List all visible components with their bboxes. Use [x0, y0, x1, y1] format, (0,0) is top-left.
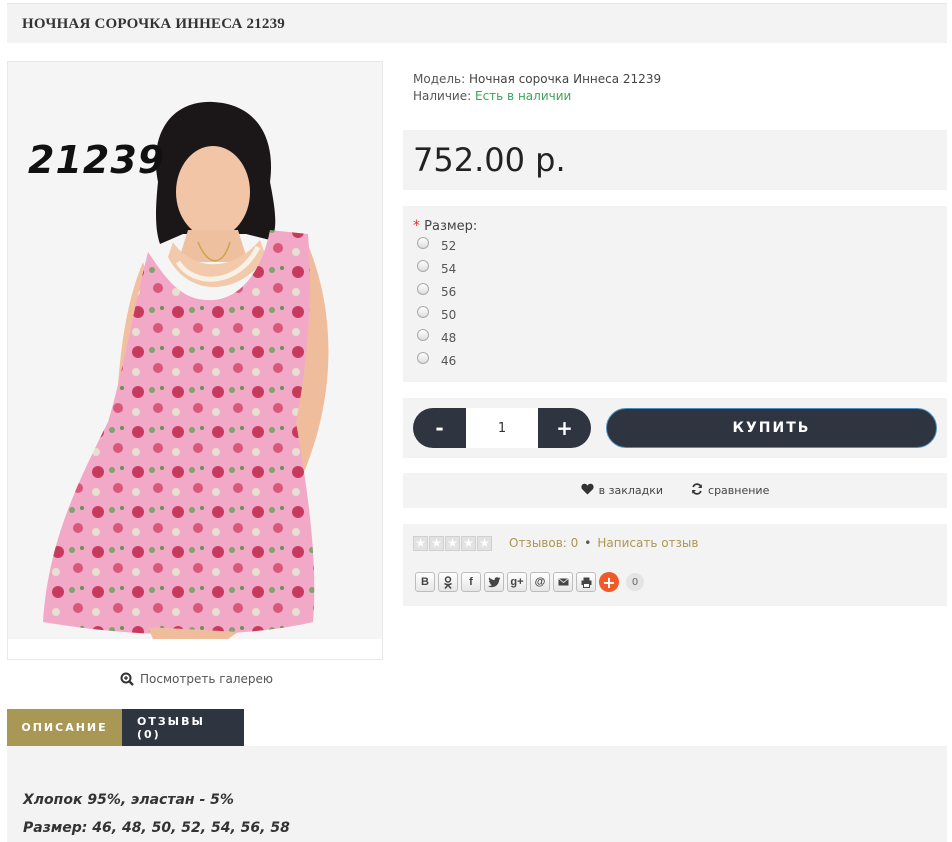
more-share-button[interactable]: +: [599, 572, 619, 592]
size-option-label: 46: [441, 353, 457, 368]
radio-button[interactable]: [417, 236, 429, 249]
tab-reviews[interactable]: ОТЗЫВЫ (0): [122, 709, 244, 746]
twitter-share-button[interactable]: [484, 572, 504, 592]
quantity-input[interactable]: 1: [466, 408, 538, 448]
size-option-48[interactable]: 48: [413, 326, 937, 349]
page-title: НОЧНАЯ СОРОЧКА ИННЕСА 21239: [22, 16, 285, 32]
compare-label: сравнение: [708, 484, 770, 497]
size-option-46[interactable]: 46: [413, 349, 937, 372]
rating-stars: ★ ★ ★ ★ ★: [413, 536, 492, 551]
stock-row: Наличие: Есть в наличии: [413, 88, 661, 105]
facebook-share-button[interactable]: f: [461, 572, 481, 592]
heart-icon: [581, 483, 594, 498]
product-title-bar: НОЧНАЯ СОРОЧКА ИННЕСА 21239: [7, 3, 947, 43]
description-sizes: Размер: 46, 48, 50, 52, 54, 56, 58: [23, 820, 290, 836]
wishlist-compare-panel: в закладки сравнение: [403, 473, 947, 508]
size-option-50[interactable]: 50: [413, 303, 937, 326]
photo-article-code: 21239: [28, 138, 166, 182]
model-row: Модель: Ночная сорочка Иннеса 21239: [413, 71, 661, 88]
product-price: 752.00 р.: [413, 141, 566, 179]
google-plus-share-button[interactable]: g+: [507, 572, 527, 592]
radio-button[interactable]: [417, 282, 429, 295]
star-icon: ★: [445, 536, 460, 551]
print-button[interactable]: [576, 572, 596, 592]
stock-status: Есть в наличии: [475, 89, 572, 103]
mail-icon: [557, 578, 569, 586]
size-label: Размер:: [424, 219, 478, 234]
add-to-wishlist-link[interactable]: в закладки: [581, 483, 663, 498]
size-option-label: 56: [441, 284, 457, 299]
print-icon: [581, 577, 591, 588]
model-value: Ночная сорочка Иннеса 21239: [469, 72, 662, 86]
tab-description[interactable]: ОПИСАНИЕ: [7, 709, 122, 746]
zoom-icon: [120, 672, 134, 686]
wishlist-label: в закладки: [598, 484, 664, 497]
radio-button[interactable]: [417, 351, 429, 364]
share-counter: 0: [626, 573, 644, 591]
size-options-panel: * Размер: 52 54 56 50 48 46: [403, 206, 947, 382]
buy-button[interactable]: КУПИТЬ: [606, 408, 937, 448]
star-icon: ★: [477, 536, 492, 551]
size-option-label: 52: [441, 238, 457, 253]
share-buttons: В f g+ @ + 0: [415, 572, 644, 592]
description-panel: Хлопок 95%, эластан - 5% Размер: 46, 48,…: [7, 746, 947, 842]
write-review-link[interactable]: Написать отзыв: [597, 536, 698, 550]
review-share-panel: ★ ★ ★ ★ ★ Отзывов: 0 • Написать отзыв В …: [403, 524, 947, 606]
size-option-54[interactable]: 54: [413, 257, 937, 280]
separator-dot: •: [584, 536, 592, 550]
size-title: * Размер:: [413, 218, 937, 234]
review-links: Отзывов: 0 • Написать отзыв: [509, 536, 698, 550]
star-icon: ★: [429, 536, 444, 551]
add-to-compare-link[interactable]: сравнение: [691, 483, 769, 498]
ok-share-button[interactable]: [438, 572, 458, 592]
vk-share-button[interactable]: В: [415, 572, 435, 592]
size-option-52[interactable]: 52: [413, 234, 937, 257]
radio-button[interactable]: [417, 305, 429, 318]
size-option-label: 54: [441, 261, 457, 276]
size-option-56[interactable]: 56: [413, 280, 937, 303]
size-option-label: 48: [441, 330, 457, 345]
radio-button[interactable]: [417, 328, 429, 341]
view-gallery-link[interactable]: Посмотреть галерею: [120, 672, 273, 686]
increase-quantity-button[interactable]: +: [538, 408, 591, 448]
ok-icon: [444, 575, 452, 589]
product-photo[interactable]: 21239: [8, 62, 382, 639]
buy-panel: - 1 + КУПИТЬ: [403, 398, 947, 458]
reviews-count-link[interactable]: Отзывов: 0: [509, 536, 578, 550]
decrease-quantity-button[interactable]: -: [413, 408, 466, 448]
description-composition: Хлопок 95%, эластан - 5%: [23, 792, 234, 808]
size-option-label: 50: [441, 307, 457, 322]
mail-share-button[interactable]: [553, 572, 573, 592]
model-label: Модель:: [413, 72, 466, 86]
product-meta: Модель: Ночная сорочка Иннеса 21239 Нали…: [413, 71, 661, 105]
product-image-box[interactable]: 21239: [7, 61, 383, 660]
star-icon: ★: [413, 536, 428, 551]
email-at-share-button[interactable]: @: [530, 572, 550, 592]
stock-label: Наличие:: [413, 89, 472, 103]
star-icon: ★: [461, 536, 476, 551]
refresh-icon: [691, 483, 703, 498]
quantity-stepper: - 1 +: [413, 408, 591, 448]
radio-button[interactable]: [417, 259, 429, 272]
view-gallery-label: Посмотреть галерею: [140, 672, 274, 686]
price-panel: 752.00 р.: [403, 130, 947, 190]
twitter-icon: [487, 576, 500, 587]
required-mark: *: [413, 218, 420, 234]
product-tabs: ОПИСАНИЕ ОТЗЫВЫ (0): [7, 709, 244, 746]
